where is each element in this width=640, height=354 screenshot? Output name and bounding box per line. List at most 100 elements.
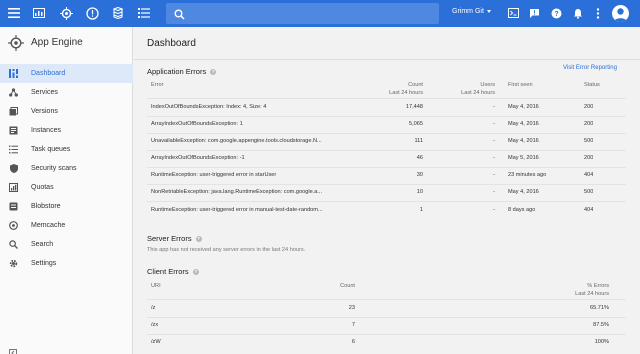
client-count: 7 bbox=[351, 322, 355, 328]
alert-icon[interactable] bbox=[85, 6, 99, 20]
error-message: ArrayIndexOutOfBoundsException: 1 bbox=[151, 121, 243, 127]
error-status: 200 bbox=[584, 104, 594, 110]
services-icon bbox=[9, 88, 18, 97]
sidebar-item-label: Settings bbox=[31, 260, 57, 267]
sidebar-item-quotas[interactable]: Quotas bbox=[0, 178, 133, 197]
divider bbox=[147, 317, 626, 318]
column-header-status: Status bbox=[584, 82, 600, 88]
list-icon[interactable] bbox=[137, 6, 151, 20]
chevron-down-icon bbox=[486, 9, 491, 13]
column-header-count: Count Last 24 hours bbox=[389, 82, 423, 96]
account-icon[interactable] bbox=[612, 5, 629, 22]
security-icon bbox=[9, 164, 18, 173]
section-title-text: Client Errors bbox=[147, 267, 189, 276]
console-icon[interactable] bbox=[506, 6, 520, 20]
search-icon bbox=[174, 7, 185, 25]
sidebar-item-label: Security scans bbox=[31, 165, 77, 172]
error-message: ArrayIndexOutOfBoundsException: -1 bbox=[151, 155, 245, 161]
sidebar-item-settings[interactable]: Settings bbox=[0, 254, 133, 273]
product-header: App Engine bbox=[0, 27, 133, 60]
dashboard-icon[interactable] bbox=[32, 6, 46, 20]
sidebar-item-security-scans[interactable]: Security scans bbox=[0, 159, 133, 178]
task-queues-icon bbox=[9, 145, 18, 154]
sidebar-item-services[interactable]: Services bbox=[0, 83, 133, 102]
sidebar-item-label: Quotas bbox=[31, 184, 54, 191]
sidebar-item-dashboard[interactable]: Dashboard bbox=[0, 64, 133, 83]
divider bbox=[147, 201, 626, 202]
error-first-seen: May 4, 2016 bbox=[508, 189, 539, 195]
svg-text:?: ? bbox=[554, 11, 558, 18]
divider bbox=[147, 150, 626, 151]
main-content: Dashboard Application Errors? Visit Erro… bbox=[134, 27, 640, 354]
client-pct: 65.71% bbox=[590, 305, 609, 311]
application-errors-title: Application Errors? bbox=[147, 67, 217, 76]
sidebar-item-label: Instances bbox=[31, 127, 61, 134]
help-icon[interactable]: ? bbox=[210, 68, 217, 75]
error-first-seen: 8 days ago bbox=[508, 207, 536, 213]
feedback-icon[interactable] bbox=[527, 6, 541, 20]
storage-icon[interactable] bbox=[111, 6, 125, 20]
error-message: IndexOutOfBoundsException: Index: 4, Siz… bbox=[151, 104, 267, 110]
top-bar: Grimm Git ? bbox=[0, 0, 640, 27]
error-count: 1 bbox=[419, 207, 423, 213]
search-icon bbox=[9, 240, 18, 249]
settings-icon bbox=[9, 259, 18, 268]
help-icon[interactable]: ? bbox=[192, 268, 199, 275]
help-icon[interactable]: ? bbox=[195, 235, 202, 242]
client-errors-title: Client Errors? bbox=[147, 267, 199, 276]
error-first-seen: May 5, 2016 bbox=[508, 155, 539, 161]
error-message: NonRetriableException: java.lang.Runtime… bbox=[151, 189, 323, 195]
page-title: Dashboard bbox=[147, 38, 196, 49]
error-message: RuntimeException: user-triggered error i… bbox=[151, 207, 323, 213]
error-message: RuntimeException: user-triggered error i… bbox=[151, 172, 277, 178]
client-uri: /z bbox=[151, 305, 156, 311]
column-header-count: Count bbox=[340, 283, 355, 289]
sidebar-item-label: Task queues bbox=[31, 146, 71, 153]
divider bbox=[147, 116, 626, 117]
error-first-seen: May 4, 2016 bbox=[508, 104, 539, 110]
help-icon[interactable]: ? bbox=[549, 6, 563, 20]
error-count: 17,448 bbox=[405, 104, 423, 110]
error-first-seen: May 4, 2016 bbox=[508, 121, 539, 127]
more-icon[interactable] bbox=[591, 6, 605, 20]
sidebar-item-blobstore[interactable]: Blobstore bbox=[0, 197, 133, 216]
divider bbox=[147, 334, 626, 335]
column-header-first-seen: First seen bbox=[508, 82, 533, 88]
sidebar-item-task-queues[interactable]: Task queues bbox=[0, 140, 133, 159]
error-users: - bbox=[493, 138, 495, 144]
sidebar-item-memcache[interactable]: Memcache bbox=[0, 216, 133, 235]
blobstore-icon bbox=[9, 202, 18, 211]
sidebar-item-search[interactable]: Search bbox=[0, 235, 133, 254]
error-count: 30 bbox=[416, 172, 423, 178]
client-pct: 87.5% bbox=[593, 322, 609, 328]
error-count: 5,065 bbox=[409, 121, 423, 127]
error-users: - bbox=[493, 189, 495, 195]
project-name: Grimm Git bbox=[452, 8, 484, 15]
dashboard-icon bbox=[9, 69, 18, 78]
sidebar-item-instances[interactable]: Instances bbox=[0, 121, 133, 140]
versions-icon bbox=[9, 107, 18, 116]
app-engine-icon[interactable] bbox=[59, 6, 73, 20]
client-count: 6 bbox=[351, 339, 355, 345]
sidebar-item-label: Dashboard bbox=[31, 70, 66, 77]
error-status: 404 bbox=[584, 172, 594, 178]
error-count: 46 bbox=[416, 155, 423, 161]
sidebar-item-label: Services bbox=[31, 89, 58, 96]
column-header-uri: URI bbox=[151, 283, 161, 289]
project-selector[interactable]: Grimm Git bbox=[452, 8, 491, 15]
page-header: Dashboard bbox=[134, 27, 640, 60]
search-input[interactable] bbox=[166, 3, 439, 24]
section-title-text: Application Errors bbox=[147, 67, 207, 76]
menu-icon[interactable] bbox=[7, 6, 21, 20]
instances-icon bbox=[9, 126, 18, 135]
error-first-seen: 23 minutes ago bbox=[508, 172, 547, 178]
sidebar-item-versions[interactable]: Versions bbox=[0, 102, 133, 121]
collapse-sidebar-icon[interactable] bbox=[9, 344, 17, 354]
notifications-icon[interactable] bbox=[571, 6, 585, 20]
memcache-icon bbox=[9, 221, 18, 230]
error-users: - bbox=[493, 172, 495, 178]
error-count: 111 bbox=[414, 138, 423, 144]
visit-error-reporting-link[interactable]: Visit Error Reporting bbox=[563, 65, 617, 71]
error-status: 500 bbox=[584, 189, 594, 195]
divider bbox=[147, 167, 626, 168]
